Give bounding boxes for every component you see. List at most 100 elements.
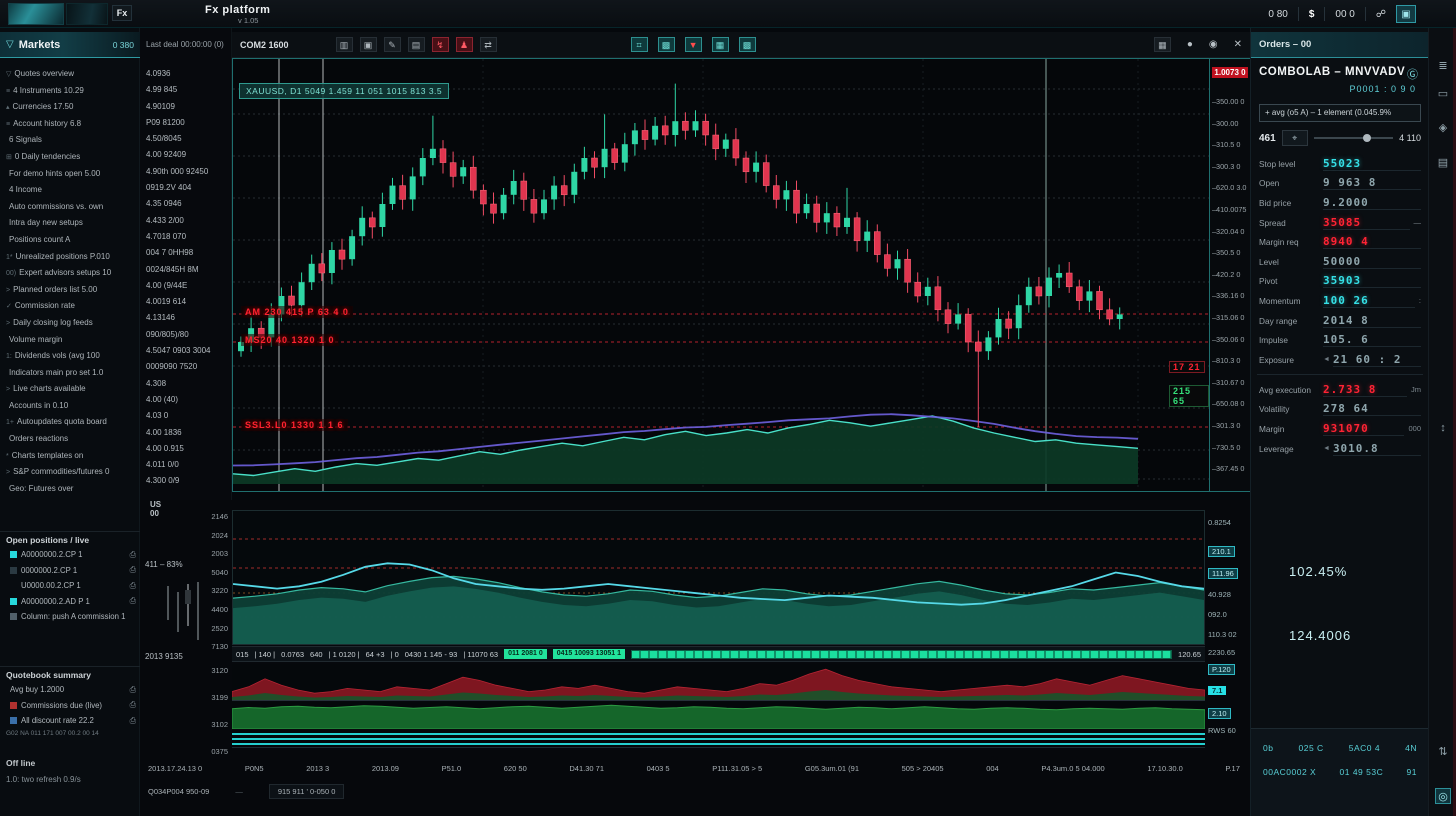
sidebar-tree-item[interactable]: Indicators main pro set 1.0 — [0, 365, 140, 382]
sidebar-tree-item[interactable]: ≡Account history 6.8 — [0, 116, 140, 133]
summary-item[interactable]: Avg buy 1.2000⎙ — [0, 682, 140, 698]
order-filter-input[interactable]: + avg (o5 A) – 1 element (0.045.9% — [1259, 104, 1421, 122]
sidebar-tree-item[interactable]: ✓Commission rate — [0, 298, 140, 315]
watchlist-price-row[interactable]: P09 81200 — [146, 115, 232, 131]
sidebar-tree-item[interactable]: Accounts in 0.10 — [0, 398, 140, 415]
sidebar-tree-item[interactable]: For demo hints open 5.00 — [0, 166, 140, 183]
sidebar-tree-item[interactable]: ≡4 Instruments 10.29 — [0, 83, 140, 100]
chart-indicator-icon[interactable]: ⌗ — [631, 37, 648, 52]
sidebar-tree-item[interactable]: 1+Autoupdates quota board — [0, 414, 140, 431]
swap-icon[interactable]: ⇅ — [1435, 744, 1451, 760]
chart-tool-icon[interactable]: ▥ — [336, 37, 353, 52]
sidebar-tree-item[interactable]: Geo: Futures over — [0, 481, 140, 498]
maximize-icon[interactable]: ◉ — [1209, 39, 1218, 50]
watchlist-price-row[interactable]: 4.13146 — [146, 310, 232, 326]
watchlist-price-row[interactable]: 4.00 (40) — [146, 392, 232, 408]
watchlist-price-row[interactable]: 4.03 0 — [146, 408, 232, 424]
sidebar-tree-item[interactable]: Intra day new setups — [0, 215, 140, 232]
user-icon[interactable]: ☍ — [1376, 9, 1386, 20]
watchlist-price-row[interactable]: 4.50/8045 — [146, 131, 232, 147]
chart-tool-icon[interactable]: ✎ — [384, 37, 401, 52]
position-item[interactable]: A0000000.2.CP 1⎙ — [0, 547, 140, 563]
watchlist-price-row[interactable]: 4.308 — [146, 376, 232, 392]
item-action-icon[interactable]: ⎙ — [130, 596, 136, 606]
watchlist-price-row[interactable]: 4.00 (9/44E — [146, 278, 232, 294]
subchart-right-label[interactable]: 2.10 — [1208, 708, 1231, 719]
sidebar-tree-item[interactable]: >Daily closing log feeds — [0, 315, 140, 332]
watchlist-price-row[interactable]: 4.35 0946 — [146, 196, 232, 212]
sidebar-tree-item[interactable]: >S&P commodities/futures 0 — [0, 464, 140, 481]
sidebar-tree-item[interactable]: Orders reactions — [0, 431, 140, 448]
sidebar-tree-item[interactable]: Positions count A — [0, 232, 140, 249]
watchlist-price-row[interactable]: 4.0936 — [146, 66, 232, 82]
tile-windows-icon[interactable]: ▦ — [1154, 37, 1171, 52]
minimize-icon[interactable]: ● — [1187, 39, 1193, 50]
item-action-icon[interactable]: ⎙ — [130, 581, 136, 591]
item-action-icon[interactable]: ⎙ — [130, 685, 136, 695]
close-icon[interactable]: ✕ — [1234, 39, 1242, 50]
item-action-icon[interactable]: ⎙ — [130, 716, 136, 726]
sidebar-tree-item[interactable]: >Live charts available — [0, 381, 140, 398]
subchart-right-label[interactable]: 210.1 — [1208, 546, 1235, 557]
watchlist-price-row[interactable]: 4.433 2/00 — [146, 213, 232, 229]
sidebar-tree-item[interactable]: 4 Income — [0, 182, 140, 199]
sidebar-tree-item[interactable]: >Planned orders list 5.00 — [0, 282, 140, 299]
subchart-right-label[interactable]: P.120 — [1208, 664, 1235, 675]
chart-tool-icon[interactable]: ▤ — [408, 37, 425, 52]
position-item[interactable]: 0000000.2.CP 1⎙ — [0, 563, 140, 579]
settings-icon[interactable]: ◎ — [1435, 788, 1451, 804]
sidebar-tree-item[interactable]: 1:Dividends vols (avg 100 — [0, 348, 140, 365]
sidebar-tree-item[interactable]: Volume margin — [0, 332, 140, 349]
grid-icon[interactable]: ▤ — [1435, 155, 1451, 171]
chart-indicator-icon[interactable]: ▦ — [712, 37, 729, 52]
item-action-icon[interactable]: ⎙ — [130, 565, 136, 575]
watchlist-price-row[interactable]: 0919.2V 404 — [146, 180, 232, 196]
watchlist-price-row[interactable]: 4.5047 0903 3004 — [146, 343, 232, 359]
subchart-right-label[interactable]: 111.96 — [1208, 568, 1238, 579]
position-item[interactable]: A0000000.2.AD P 1⎙ — [0, 594, 140, 610]
watchlist-price-row[interactable]: 4.7018 070 — [146, 229, 232, 245]
chart-indicator-icon[interactable]: ▩ — [739, 37, 756, 52]
sidebar-tree-item[interactable]: 1*Unrealized positions P.010 — [0, 249, 140, 266]
item-action-icon[interactable]: ⎙ — [130, 550, 136, 560]
collapse-arrow-icon[interactable]: ◄ — [1323, 356, 1330, 363]
slider-knob[interactable] — [1363, 134, 1371, 142]
chart-tool-icon[interactable]: ♟ — [456, 37, 473, 52]
collapse-arrow-icon[interactable]: ◄ — [1323, 445, 1330, 452]
sidebar-tree-item[interactable]: ▽Quotes overview — [0, 66, 140, 83]
watchlist-price-row[interactable]: 4.90109 — [146, 99, 232, 115]
sidebar-tree-item[interactable]: *Charts templates on — [0, 448, 140, 465]
watchlist-price-row[interactable]: 004 7 0HH98 — [146, 245, 232, 261]
sidebar-tree-item[interactable]: 00)Expert advisors setups 10 — [0, 265, 140, 282]
sidebar-tree-item[interactable]: ▴Currencies 17.50 — [0, 99, 140, 116]
watchlist-price-row[interactable]: 090/805)/80 — [146, 327, 232, 343]
candlestick-plot[interactable]: XAUUSD, D1 5049 1.459 11 051 1015 813 3.… — [232, 58, 1210, 492]
watchlist-price-row[interactable]: 4.99 845 — [146, 82, 232, 98]
chart-tool-icon[interactable]: ↯ — [432, 37, 449, 52]
watchlist-price-row[interactable]: 0009090 7520 — [146, 359, 232, 375]
watchlist-price-row[interactable]: 4.011 0/0 — [146, 457, 232, 473]
item-action-icon[interactable]: ⎙ — [130, 700, 136, 710]
lot-target-button[interactable]: ⌖ — [1282, 130, 1308, 146]
sidebar-tree-item[interactable]: Auto commissions vs. own — [0, 199, 140, 216]
sidebar-tree-item[interactable]: ⊞0 Daily tendencies — [0, 149, 140, 166]
watchlist-price-row[interactable]: 4.300 0/9 — [146, 473, 232, 489]
dollar-icon[interactable]: $ — [1309, 9, 1315, 20]
watchlist-price-row[interactable]: 4.00 0.915 — [146, 441, 232, 457]
filter-icon[interactable]: ▽ — [6, 39, 14, 50]
panel-icon[interactable]: ▭ — [1435, 86, 1451, 102]
watchlist-price-row[interactable]: 4.0019 614 — [146, 294, 232, 310]
sidebar-tree-item[interactable]: 6 Signals — [0, 132, 140, 149]
summary-item[interactable]: All discount rate 22.2⎙ — [0, 713, 140, 729]
watchlist-price-row[interactable]: 0024/845H 8M — [146, 262, 232, 278]
info-icon[interactable]: Ⓖ — [1407, 66, 1418, 82]
layout-grid-icon[interactable]: ▣ — [1396, 5, 1416, 23]
position-item[interactable]: U0000.00.2.CP 1⎙ — [0, 578, 140, 594]
subchart-plot[interactable] — [232, 510, 1205, 645]
list-icon[interactable]: ≣ — [1435, 58, 1451, 74]
lot-size-slider[interactable] — [1314, 137, 1393, 139]
position-item[interactable]: Column: push A commission 1 — [0, 609, 140, 625]
chart-indicator-icon[interactable]: ▼ — [685, 37, 702, 52]
summary-item[interactable]: Commissions due (live)⎙ — [0, 698, 140, 714]
chart-tool-icon[interactable]: ▣ — [360, 37, 377, 52]
